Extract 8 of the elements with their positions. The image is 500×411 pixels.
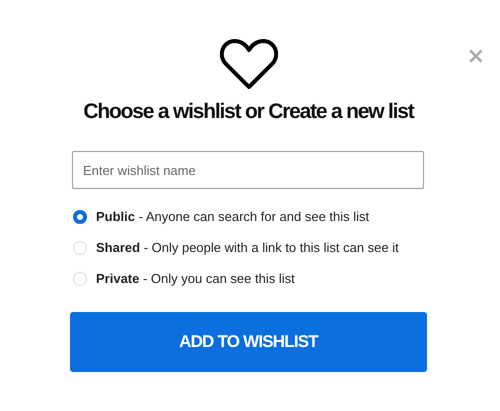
radio-label: Private - Only you can see this list [96,271,295,286]
radio-label: Shared - Only people with a link to this list can see it [96,240,399,255]
radio-button[interactable] [73,210,87,224]
add-to-wishlist-button[interactable]: ADD TO WISHLIST [70,312,427,372]
wishlist-name-field[interactable]: Enter wishlist name [72,151,424,189]
dialog-title: Choose a wishlist or Create a new list [82,100,416,124]
heart-icon [220,38,278,90]
radio-label: Public - Anyone can search for and see this list [96,209,370,224]
